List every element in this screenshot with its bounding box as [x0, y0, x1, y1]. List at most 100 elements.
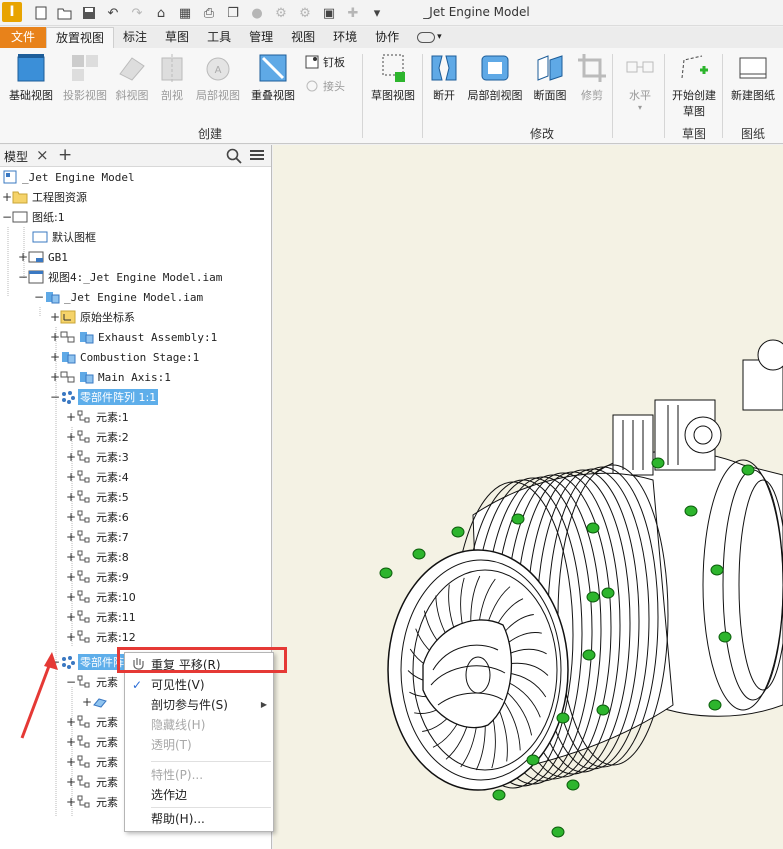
slice-button[interactable]: 断面图 [530, 52, 570, 103]
collapse-icon[interactable]: − [66, 675, 76, 689]
tab-manage[interactable]: 管理 [240, 27, 282, 48]
tree-item-element[interactable]: + 元素:12 [66, 627, 138, 647]
group-modify-label: 修改 [529, 127, 554, 141]
menu-item-select-edge[interactable]: 选作边 [125, 785, 273, 805]
menu-item-hidden-lines[interactable]: 隐藏线(H) [125, 715, 273, 735]
tab-file[interactable]: 文件 [0, 27, 47, 48]
tab-environments[interactable]: 环境 [324, 27, 366, 48]
tree-item-element[interactable]: + 元素 [66, 752, 120, 772]
close-icon[interactable]: × [36, 146, 49, 164]
tab-tools[interactable]: 工具 [198, 27, 240, 48]
overlay-view-button[interactable]: 重叠视图 [246, 52, 300, 103]
expand-icon[interactable]: + [66, 530, 76, 544]
projected-view-button[interactable]: 投影视图 [58, 52, 112, 103]
expand-icon[interactable]: + [66, 570, 76, 584]
tree-item-element[interactable]: + 元素:3 [66, 447, 131, 467]
menu-item-properties[interactable]: 特性(P)... [125, 765, 273, 785]
tree-item-sheet-1[interactable]: − 图纸:1 [2, 207, 67, 227]
ribbon-display-toggle[interactable]: ▾ [408, 27, 451, 48]
collapse-icon[interactable]: − [34, 290, 44, 304]
tree-item-element[interactable]: + 元素:2 [66, 427, 131, 447]
tree-item-element[interactable]: + 元素 [66, 732, 120, 752]
expand-icon[interactable]: + [66, 755, 76, 769]
sketch-view-button[interactable]: 草图视图 [366, 52, 420, 103]
tree-item-element[interactable]: + 元素:8 [66, 547, 131, 567]
tree-item-element[interactable]: + 元素:9 [66, 567, 131, 587]
expand-icon[interactable]: + [66, 590, 76, 604]
expand-icon[interactable]: + [66, 490, 76, 504]
expand-icon[interactable]: + [66, 410, 76, 424]
expand-icon[interactable]: + [66, 450, 76, 464]
nail-button[interactable]: 钉板 [304, 54, 345, 70]
tab-place-views[interactable]: 放置视图 [46, 27, 115, 48]
auxiliary-view-button[interactable]: 斜视图 [112, 52, 152, 103]
expand-icon[interactable]: + [50, 330, 60, 344]
tab-sketch[interactable]: 草图 [156, 27, 198, 48]
tree-item-element[interactable]: + 元素 [66, 772, 120, 792]
tree-item-default-border[interactable]: 默认图框 [32, 227, 98, 247]
new-sheet-button[interactable]: 新建图纸 [726, 52, 780, 103]
expand-icon[interactable]: + [66, 735, 76, 749]
tree-item-gb1[interactable]: + GB1 [18, 247, 70, 267]
tree-item-pattern-1[interactable]: − 零部件阵列 1:1 [50, 387, 159, 407]
menu-item-transparent[interactable]: 透明(T) [125, 735, 273, 755]
tree-item-view4[interactable]: − 视图4:_Jet Engine Model.iam [18, 267, 224, 287]
menu-item-help[interactable]: 帮助(H)... [125, 809, 273, 829]
detail-view-button[interactable]: A 局部视图 [192, 52, 244, 103]
break-button[interactable]: 断开 [426, 52, 462, 103]
tree-item-element[interactable]: + 元素:4 [66, 467, 131, 487]
tree-item-document[interactable]: _Jet Engine Model [2, 167, 137, 187]
tree-item-element[interactable]: + 元素:6 [66, 507, 131, 527]
tree-item-element[interactable]: + 元素:1 [66, 407, 131, 427]
tree-item-combustion-stage[interactable]: + Combustion Stage:1 [50, 347, 201, 367]
menu-item-section-participation[interactable]: 剖切参与件(S) ▶ [125, 695, 273, 715]
tree-item-element[interactable]: − 元素 [66, 672, 120, 692]
tree-item-origin[interactable]: + 原始坐标系 [50, 307, 137, 327]
expand-icon[interactable]: + [66, 715, 76, 729]
tree-item-main-axis[interactable]: + Main Axis:1 [50, 367, 173, 387]
expand-icon[interactable]: + [66, 470, 76, 484]
browser-tab-model[interactable]: 模型 [4, 148, 28, 165]
expand-icon[interactable]: + [66, 630, 76, 644]
tree-item-element[interactable]: + 元素:10 [66, 587, 138, 607]
expand-icon[interactable]: + [66, 510, 76, 524]
tree-item-exhaust-assembly[interactable]: + Exhaust Assembly:1 [50, 327, 219, 347]
drawing-canvas[interactable] [273, 145, 783, 849]
menu-item-visibility[interactable]: ✓ 可见性(V) [125, 675, 273, 695]
tree-item-element[interactable]: + 元素 [66, 792, 120, 812]
expand-icon[interactable]: + [18, 250, 28, 264]
tab-collaborate[interactable]: 协作 [366, 27, 408, 48]
start-sketch-button[interactable]: 开始创建 草图 [668, 52, 720, 119]
hamburger-menu-icon[interactable] [250, 149, 264, 164]
tree-item-element[interactable]: + 元素:5 [66, 487, 131, 507]
collapse-icon[interactable]: − [18, 270, 28, 284]
tree-item-element[interactable]: + 元素:7 [66, 527, 131, 547]
collapse-icon[interactable]: − [2, 210, 12, 224]
expand-icon[interactable]: + [66, 430, 76, 444]
expand-icon[interactable]: + [66, 795, 76, 809]
connect-button[interactable]: 接头 [304, 78, 345, 94]
expand-icon[interactable]: + [66, 775, 76, 789]
expand-icon[interactable]: + [50, 350, 60, 364]
break-out-button[interactable]: 局部剖视图 [464, 52, 526, 103]
expand-icon[interactable]: + [50, 310, 60, 324]
tree-item-assembly[interactable]: − _Jet Engine Model.iam [34, 287, 205, 307]
expand-icon[interactable]: + [66, 550, 76, 564]
base-view-button[interactable]: 基础视图 [4, 52, 58, 103]
expand-icon[interactable]: + [2, 190, 12, 204]
expand-icon[interactable]: + [82, 695, 92, 709]
add-tab-icon[interactable]: + [58, 145, 72, 165]
tab-view[interactable]: 视图 [282, 27, 324, 48]
horizontal-button[interactable]: 水平 ▾ [618, 52, 662, 112]
tree-item-element[interactable]: + 元素 [66, 712, 120, 732]
section-view-button[interactable]: 剖视 [154, 52, 190, 103]
expand-icon[interactable]: + [66, 610, 76, 624]
tree-item-element[interactable]: + 元素:11 [66, 607, 138, 627]
tab-annotate[interactable]: 标注 [114, 27, 156, 48]
tree-item-part[interactable]: + [82, 692, 114, 712]
collapse-icon[interactable]: − [50, 390, 60, 404]
search-icon[interactable] [226, 148, 242, 167]
tree-item-drawing-resources[interactable]: + 工程图资源 [2, 187, 89, 207]
expand-icon[interactable]: + [50, 370, 60, 384]
crop-button[interactable]: 修剪 [574, 52, 610, 103]
